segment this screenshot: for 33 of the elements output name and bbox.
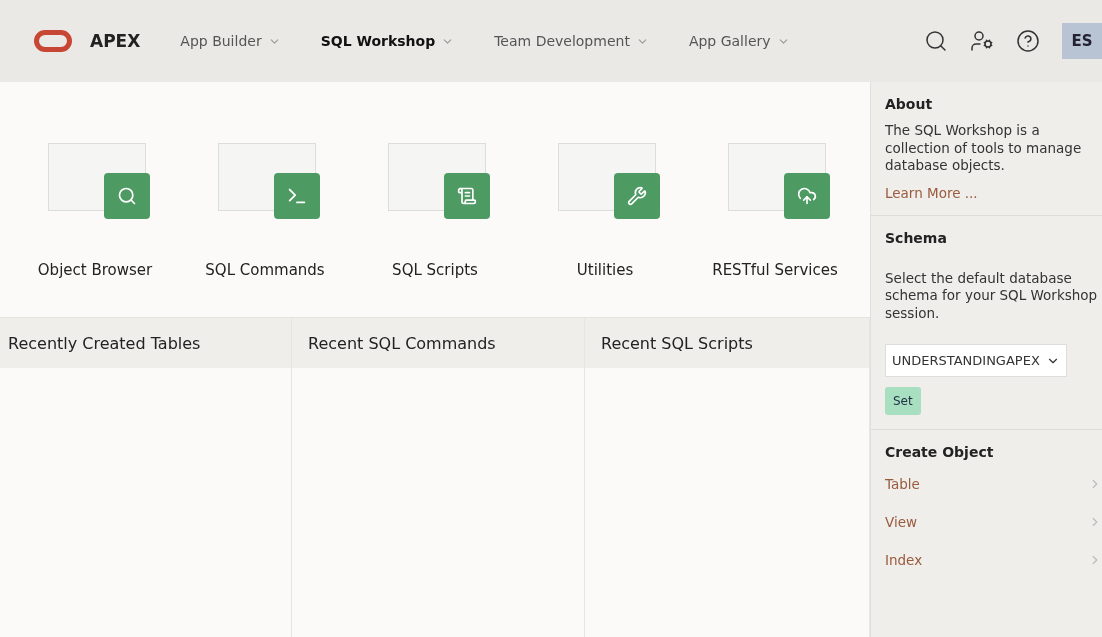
help-button[interactable] bbox=[1016, 29, 1040, 53]
learn-more-link[interactable]: Learn More ... bbox=[885, 184, 978, 201]
nav-menu[interactable]: App Gallery bbox=[688, 33, 790, 49]
brand-name: APEX bbox=[90, 31, 141, 51]
schema-text: Select the default database schema for your SQL Workshop session. bbox=[885, 269, 1099, 323]
search-icon bbox=[117, 186, 137, 206]
create-object-link[interactable]: Index bbox=[885, 546, 1102, 575]
schema-select[interactable]: UNDERSTANDINGAPEX bbox=[885, 344, 1067, 378]
tool-link[interactable]: Utilities bbox=[576, 261, 634, 279]
user-avatar[interactable]: ES bbox=[1062, 23, 1102, 59]
panel-heading: Recent SQL Commands bbox=[292, 318, 584, 368]
user-settings-button[interactable] bbox=[970, 29, 994, 53]
section-title: Create Object bbox=[885, 444, 994, 461]
panel-heading: Recent SQL Scripts bbox=[585, 318, 869, 368]
section-title: About bbox=[885, 96, 933, 112]
tool-link[interactable]: RESTful Services bbox=[712, 261, 838, 279]
about-text: The SQL Workshop is a collection of tools to manage database objects. bbox=[885, 122, 1083, 175]
create-object-link[interactable]: View bbox=[885, 508, 1102, 537]
nav-menu[interactable]: App Builder bbox=[180, 33, 281, 49]
nav-menu[interactable]: SQL Workshop bbox=[320, 33, 455, 49]
search-button[interactable] bbox=[924, 29, 948, 53]
scroll-icon bbox=[457, 186, 477, 206]
tool-link[interactable]: SQL Scripts bbox=[392, 261, 478, 279]
set-button[interactable]: Set bbox=[885, 387, 921, 416]
section-title: Schema bbox=[885, 229, 947, 246]
logo-icon bbox=[34, 30, 72, 52]
nav-menu[interactable]: Team Development bbox=[494, 33, 649, 49]
tool-link[interactable]: SQL Commands bbox=[205, 261, 325, 279]
create-object-link[interactable]: Table bbox=[885, 470, 1102, 499]
cloud-upload-icon bbox=[797, 186, 817, 206]
tool-link[interactable]: Object Browser bbox=[37, 261, 153, 279]
panel-heading: Recently Created Tables bbox=[0, 318, 291, 368]
wrench-icon bbox=[627, 186, 647, 206]
